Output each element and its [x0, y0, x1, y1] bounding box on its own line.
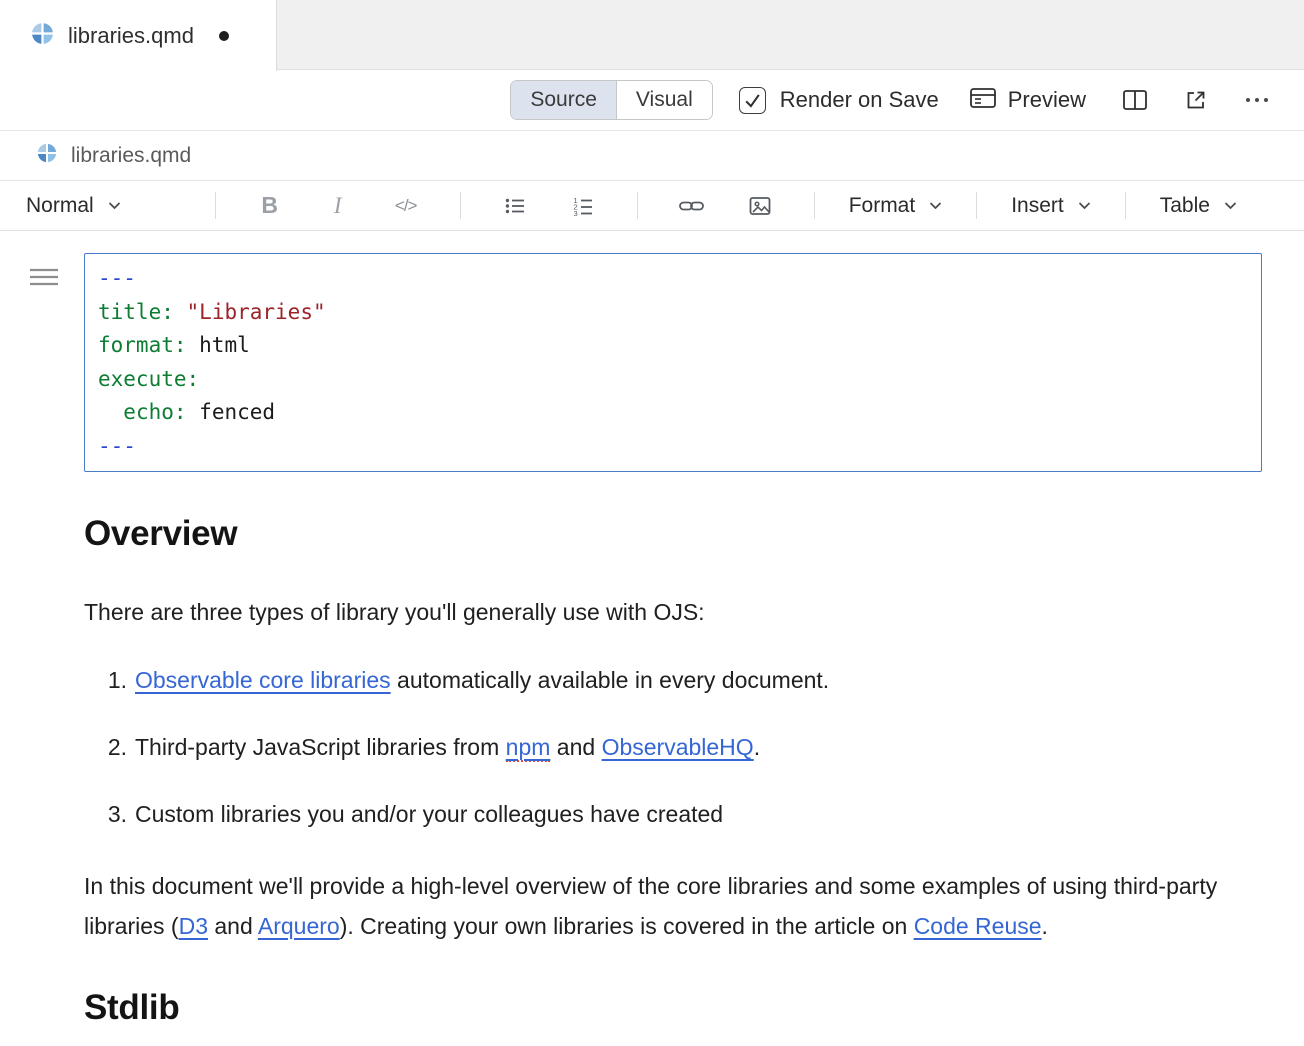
check-icon [743, 91, 762, 110]
quarto-logo-icon [30, 21, 55, 51]
yaml-line: title: "Libraries" [98, 296, 1248, 330]
breadcrumb-filename[interactable]: libraries.qmd [71, 144, 191, 168]
link-button[interactable] [669, 186, 715, 226]
chevron-down-icon [1224, 201, 1237, 210]
yaml-line: --- [98, 262, 1248, 296]
bold-icon: B [261, 192, 278, 219]
observable-core-libraries-link[interactable]: Observable core libraries [135, 667, 391, 693]
breadcrumb-file-icon [36, 142, 58, 169]
list-item-number: 1. [84, 660, 127, 700]
list-item: 2.Third-party JavaScript libraries from … [84, 727, 1262, 767]
source-mode-button[interactable]: Source [511, 81, 616, 119]
table-menu-dropdown[interactable]: Table [1160, 194, 1237, 218]
arquero-link[interactable]: Arquero [258, 913, 340, 939]
overview-heading: Overview [84, 512, 1262, 556]
chevron-down-icon [108, 201, 121, 210]
render-on-save-checkbox[interactable] [739, 87, 766, 114]
npm-link[interactable]: npm [506, 734, 551, 762]
toolbar-separator [814, 192, 815, 219]
yaml-line: execute: [98, 363, 1248, 397]
visual-mode-button[interactable]: Visual [616, 81, 712, 119]
table-menu-label: Table [1160, 194, 1210, 218]
observablehq-link[interactable]: ObservableHQ [602, 734, 754, 760]
italic-icon: I [334, 193, 342, 219]
yaml-front-matter: ---title: "Libraries"format: htmlexecute… [84, 253, 1262, 472]
chevron-down-icon [929, 201, 942, 210]
toolbar-separator [460, 192, 461, 219]
breadcrumb: libraries.qmd [0, 131, 1304, 181]
text-run: . [1042, 913, 1048, 939]
chevron-down-icon [1078, 201, 1091, 210]
image-button[interactable] [737, 186, 783, 226]
list-item: 1.Observable core libraries automaticall… [84, 660, 1262, 700]
preview-icon [969, 86, 997, 115]
list-item-number: 3. [84, 794, 127, 834]
bullet-list-button[interactable] [492, 186, 538, 226]
intro-paragraph: There are three types of library you'll … [84, 592, 1224, 632]
bullet-list-icon [502, 194, 528, 218]
tab-libraries-qmd[interactable]: libraries.qmd [0, 0, 277, 71]
format-menu-dropdown[interactable]: Format [849, 194, 943, 218]
text-run: . [754, 734, 760, 760]
preview-label: Preview [1008, 87, 1086, 113]
text-run: ). Creating your own libraries is covere… [340, 913, 914, 939]
yaml-front-matter-block[interactable]: ---title: "Libraries"format: htmlexecute… [84, 253, 1262, 472]
image-icon [747, 194, 773, 218]
text-run: and [208, 913, 258, 939]
code-button[interactable]: </> [383, 186, 429, 226]
split-editor-icon [1122, 88, 1148, 112]
open-external-button[interactable] [1184, 88, 1208, 112]
code-icon: </> [395, 196, 417, 216]
render-on-save-label: Render on Save [780, 87, 939, 113]
split-editor-button[interactable] [1122, 88, 1148, 112]
insert-menu-dropdown[interactable]: Insert [1011, 194, 1091, 218]
paragraph-style-dropdown[interactable]: Normal [26, 194, 121, 218]
d3-link[interactable]: D3 [179, 913, 208, 939]
toolbar-separator [1125, 192, 1126, 219]
bold-button[interactable]: B [247, 186, 293, 226]
format-toolbar: Normal B I </> 1 2 3 [0, 181, 1304, 231]
toolbar-separator [215, 192, 216, 219]
numbered-list-icon: 1 2 3 [570, 194, 596, 218]
list-item-text: Observable core libraries automatically … [135, 660, 829, 700]
text-run: and [550, 734, 601, 760]
preview-button[interactable]: Preview [969, 86, 1086, 115]
numbered-list-button[interactable]: 1 2 3 [560, 186, 606, 226]
link-icon [678, 194, 705, 218]
code-reuse-link[interactable]: Code Reuse [914, 913, 1042, 939]
text-run: automatically available in every documen… [391, 667, 830, 693]
editor-surface[interactable]: ---title: "Libraries"format: htmlexecute… [0, 253, 1304, 1030]
list-item: 3. Custom libraries you and/or your colle… [84, 794, 1262, 834]
source-visual-toggle: Source Visual [510, 80, 712, 120]
more-actions-button[interactable] [1244, 88, 1270, 112]
unsaved-changes-dot [219, 31, 229, 41]
toolbar-separator [637, 192, 638, 219]
yaml-line: echo: fenced [98, 396, 1248, 430]
text-run: Third-party JavaScript libraries from [135, 734, 506, 760]
svg-text:3: 3 [573, 209, 577, 218]
open-external-icon [1184, 88, 1208, 112]
text-run: Custom libraries you and/or your colleag… [135, 801, 723, 827]
tab-title: libraries.qmd [68, 23, 194, 49]
editor-toolbar: Source Visual Render on Save Preview [0, 70, 1304, 131]
ellipsis-icon [1244, 88, 1270, 112]
yaml-line: format: html [98, 329, 1248, 363]
stdlib-heading: Stdlib [84, 986, 1262, 1030]
paragraph-style-label: Normal [26, 194, 94, 218]
list-item-text: Third-party JavaScript libraries from np… [135, 727, 760, 767]
list-item-text: Custom libraries you and/or your colleag… [135, 794, 723, 834]
format-menu-label: Format [849, 194, 916, 218]
numbered-list: 1.Observable core libraries automaticall… [84, 660, 1262, 834]
insert-menu-label: Insert [1011, 194, 1064, 218]
toolbar-separator [976, 192, 977, 219]
yaml-line: --- [98, 430, 1248, 464]
italic-button[interactable]: I [315, 186, 361, 226]
drag-handle-icon [28, 265, 60, 289]
render-on-save-control: Render on Save [739, 87, 939, 114]
tab-bar: libraries.qmd [0, 0, 1304, 70]
closing-paragraph: In this document we'll provide a high-le… [84, 866, 1224, 946]
yaml-drag-handle[interactable] [28, 265, 60, 294]
list-item-number: 2. [84, 727, 127, 767]
